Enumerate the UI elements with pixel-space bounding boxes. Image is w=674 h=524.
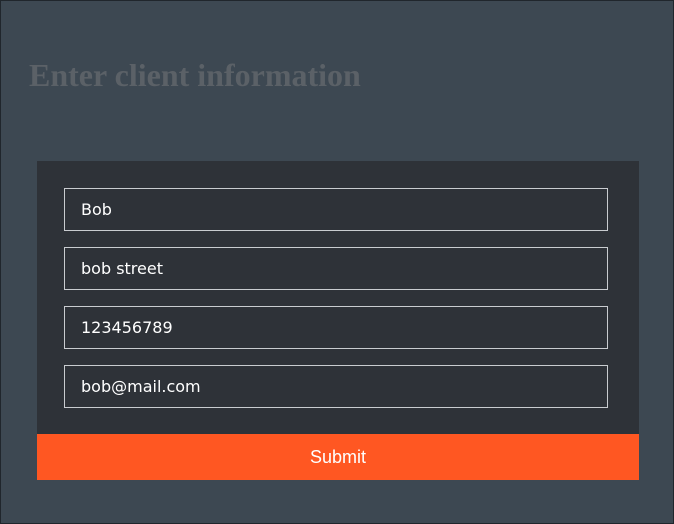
email-field[interactable]: [64, 365, 608, 408]
address-field[interactable]: [64, 247, 608, 290]
phone-field[interactable]: [64, 306, 608, 349]
name-field[interactable]: [64, 188, 608, 231]
submit-button[interactable]: Submit: [37, 434, 639, 480]
page-title: Enter client information: [29, 57, 361, 93]
client-form: Submit: [37, 161, 639, 480]
